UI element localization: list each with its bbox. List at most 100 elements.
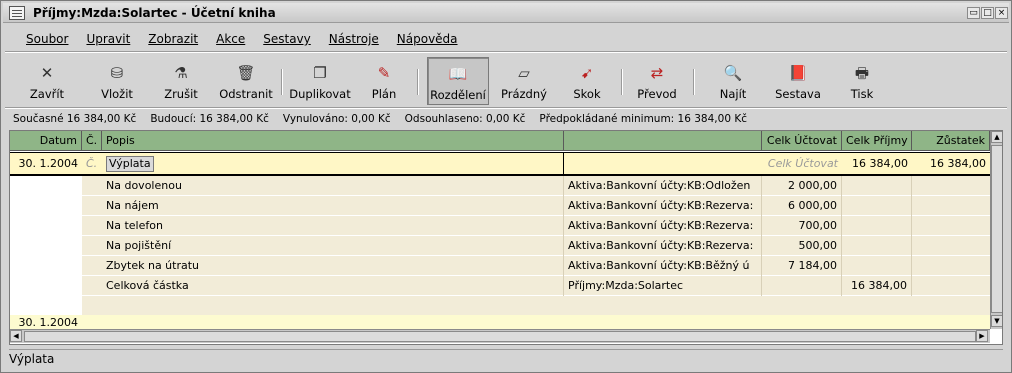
split-credit[interactable]: [842, 256, 912, 276]
toolbar-separator: [417, 69, 419, 95]
close-window-button[interactable]: ×: [995, 7, 1008, 19]
transfer-button[interactable]: ⇄ Převod: [629, 57, 685, 105]
print-button[interactable]: 🖶 Tisk: [839, 57, 885, 105]
split-row[interactable]: Na pojištění Aktiva:Bankovní účty:KB:Rez…: [10, 236, 990, 256]
delete-button[interactable]: 🗑 Odstranit: [215, 57, 277, 105]
horizontal-scrollbar[interactable]: ◀ ▶: [10, 329, 990, 343]
summary-current: Současné 16 384,00 Kč: [13, 113, 137, 125]
txn-num[interactable]: Č.: [82, 153, 102, 175]
scroll-left-icon[interactable]: ◀: [10, 330, 22, 342]
split-memo[interactable]: Na telefon: [82, 216, 564, 236]
split-account[interactable]: Aktiva:Bankovní účty:KB:Běžný ú: [564, 256, 762, 276]
summary-cleared: Vynulováno: 0,00 Kč: [282, 113, 391, 125]
split-debit[interactable]: 700,00: [762, 216, 842, 236]
transfer-icon: ⇄: [650, 64, 664, 82]
title-bar: Příjmy:Mzda:Solartec - Účetní kniha ▭ □ …: [3, 3, 1009, 23]
menu-view[interactable]: Zobrazit: [139, 29, 207, 49]
split-row[interactable]: Na dovolenou Aktiva:Bankovní účty:KB:Odl…: [10, 176, 990, 196]
menu-actions[interactable]: Akce: [207, 29, 254, 49]
split-account[interactable]: Aktiva:Bankovní účty:KB:Rezerva:: [564, 236, 762, 256]
menu-reports[interactable]: Sestavy: [254, 29, 320, 49]
split-credit[interactable]: [842, 216, 912, 236]
duplicate-icon: ❐: [313, 64, 327, 82]
blank-transaction-row[interactable]: 30. 1.2004: [10, 315, 990, 329]
txn-description-cell[interactable]: Výplata: [102, 153, 564, 175]
close-icon: ✕: [40, 64, 54, 82]
split-row[interactable]: Na nájem Aktiva:Bankovní účty:KB:Rezerva…: [10, 196, 990, 216]
split-credit[interactable]: [842, 236, 912, 256]
split-row[interactable]: Celková částka Příjmy:Mzda:Solartec 16 3…: [10, 276, 990, 296]
split-debit[interactable]: 7 184,00: [762, 256, 842, 276]
enter-icon: ⛁: [110, 64, 124, 82]
split-memo[interactable]: Celková částka: [82, 276, 564, 296]
blank-button[interactable]: ▱ Prázdný: [495, 57, 553, 105]
cancel-icon: ⚗: [174, 64, 188, 82]
find-icon: 🔍: [723, 64, 743, 82]
txn-credit[interactable]: 16 384,00: [842, 153, 912, 175]
split-memo[interactable]: Zbytek na útratu: [82, 256, 564, 276]
jump-button[interactable]: ➹ Skok: [563, 57, 611, 105]
schedule-button[interactable]: ✎ Plán: [361, 57, 407, 105]
report-button[interactable]: 📕 Sestava: [769, 57, 827, 105]
split-debit[interactable]: 2 000,00: [762, 176, 842, 196]
col-credit[interactable]: Celk Příjmy: [842, 131, 912, 150]
menu-help[interactable]: Nápověda: [388, 29, 467, 49]
col-transfer[interactable]: [564, 131, 762, 150]
duplicate-button[interactable]: ❐ Duplikovat: [287, 57, 353, 105]
split-credit[interactable]: [842, 176, 912, 196]
vertical-scrollbar[interactable]: ▲ ▼: [990, 131, 1002, 329]
maximize-button[interactable]: □: [981, 7, 994, 19]
col-num[interactable]: Č.: [82, 131, 102, 150]
scroll-down-icon[interactable]: ▼: [991, 315, 1002, 327]
split-row[interactable]: Na telefon Aktiva:Bankovní účty:KB:Rezer…: [10, 216, 990, 236]
split-debit[interactable]: [762, 276, 842, 296]
window-title: Příjmy:Mzda:Solartec - Účetní kniha: [33, 6, 276, 20]
split-memo[interactable]: Na pojištění: [82, 236, 564, 256]
menu-edit[interactable]: Upravit: [77, 29, 139, 49]
txn-description-input[interactable]: Výplata: [106, 156, 154, 172]
split-row[interactable]: Zbytek na útratu Aktiva:Bankovní účty:KB…: [10, 256, 990, 276]
menu-bar: Soubor Upravit Zobrazit Akce Sestavy Nás…: [17, 29, 467, 49]
schedule-icon: ✎: [377, 64, 391, 82]
find-button[interactable]: 🔍 Najít: [707, 57, 759, 105]
split-memo[interactable]: Na nájem: [82, 196, 564, 216]
scroll-thumb[interactable]: [991, 145, 1002, 313]
split-button[interactable]: 📖 Rozdělení: [427, 57, 489, 105]
split-account[interactable]: Aktiva:Bankovní účty:KB:Odložen: [564, 176, 762, 196]
col-balance[interactable]: Zůstatek: [912, 131, 990, 150]
split-row-empty[interactable]: [10, 296, 990, 316]
summary-bar: Současné 16 384,00 Kč Budoucí: 16 384,00…: [13, 111, 761, 127]
summary-projected: Předpokládané minimum: 16 384,00 Kč: [539, 113, 747, 125]
split-credit[interactable]: 16 384,00: [842, 276, 912, 296]
col-description[interactable]: Popis: [102, 131, 564, 150]
txn-balance: 16 384,00: [930, 157, 986, 170]
split-account[interactable]: Příjmy:Mzda:Solartec: [564, 276, 762, 296]
col-debit[interactable]: Celk Účtovat: [762, 131, 842, 150]
transaction-row[interactable]: 30. 1.2004 Č. Výplata Celk Účtovat 16 38…: [10, 152, 990, 176]
blank-icon: ▱: [518, 64, 530, 82]
txn-debit[interactable]: Celk Účtovat: [762, 153, 842, 175]
summary-reconciled: Odsouhlaseno: 0,00 Kč: [404, 113, 526, 125]
close-button[interactable]: ✕ Zavřít: [19, 57, 75, 105]
menu-separator: [5, 51, 1007, 53]
hscroll-thumb[interactable]: [24, 331, 976, 342]
window-menu-icon[interactable]: [9, 6, 25, 20]
split-credit[interactable]: [842, 196, 912, 216]
split-memo[interactable]: Na dovolenou: [82, 176, 564, 196]
col-date[interactable]: Datum: [10, 131, 82, 150]
blank-date[interactable]: 30. 1.2004: [10, 315, 82, 329]
register-header: Datum Č. Popis Celk Účtovat Celk Příjmy …: [10, 131, 990, 151]
menu-file[interactable]: Soubor: [17, 29, 77, 49]
toolbar-separator: [693, 69, 695, 95]
cancel-button[interactable]: ⚗ Zrušit: [153, 57, 209, 105]
split-account[interactable]: Aktiva:Bankovní účty:KB:Rezerva:: [564, 216, 762, 236]
scroll-right-icon[interactable]: ▶: [976, 330, 988, 342]
split-debit[interactable]: 6 000,00: [762, 196, 842, 216]
split-account[interactable]: Aktiva:Bankovní účty:KB:Rezerva:: [564, 196, 762, 216]
scroll-up-icon[interactable]: ▲: [991, 131, 1002, 143]
split-debit[interactable]: 500,00: [762, 236, 842, 256]
menu-tools[interactable]: Nástroje: [320, 29, 388, 49]
txn-date[interactable]: 30. 1.2004: [10, 153, 82, 175]
enter-button[interactable]: ⛁ Vložit: [89, 57, 145, 105]
minimize-button[interactable]: ▭: [967, 7, 980, 19]
